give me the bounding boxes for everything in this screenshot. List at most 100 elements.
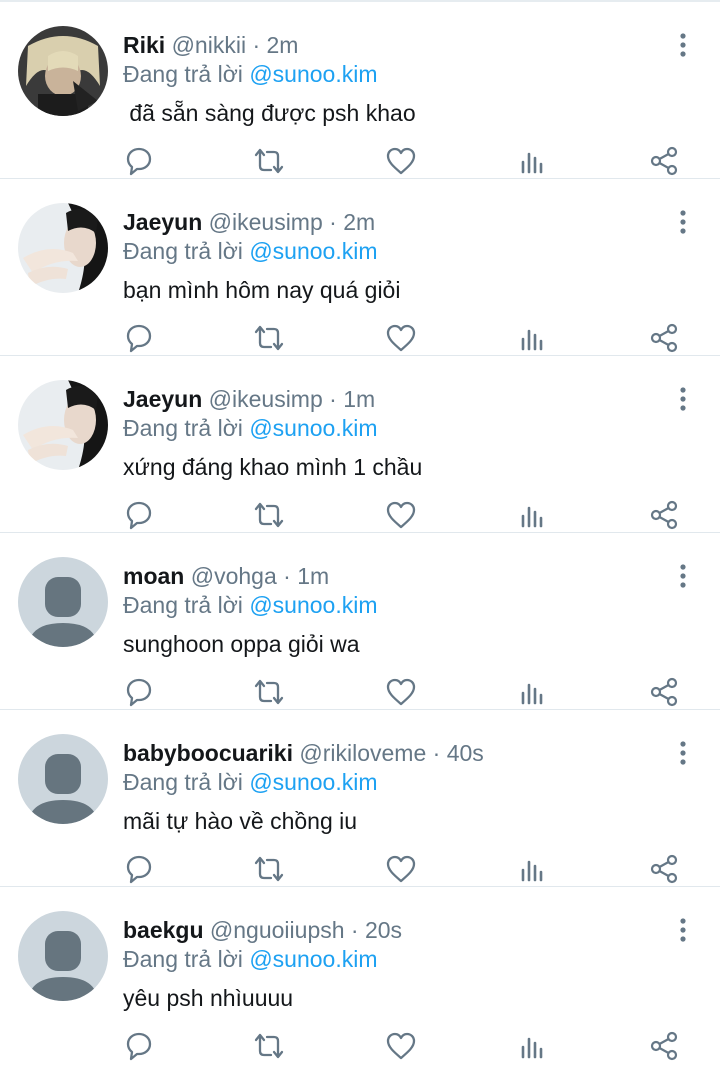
avatar[interactable] xyxy=(18,380,108,470)
heart-icon[interactable] xyxy=(384,144,418,178)
display-name[interactable]: Jaeyun xyxy=(123,209,202,235)
timestamp[interactable]: · 40s xyxy=(433,740,484,766)
retweet-icon[interactable] xyxy=(252,498,286,532)
avatar[interactable] xyxy=(18,734,108,824)
timestamp[interactable]: · 2m xyxy=(329,209,375,235)
comment-icon[interactable] xyxy=(122,498,156,532)
analytics-icon[interactable] xyxy=(516,1029,550,1063)
comment-icon[interactable] xyxy=(122,675,156,709)
heart-icon[interactable] xyxy=(384,675,418,709)
retweet-icon[interactable] xyxy=(252,144,286,178)
replying-to: Đang trả lời @sunoo.kim xyxy=(123,237,378,265)
reply-prefix: Đang trả lời xyxy=(123,238,243,264)
tweet-text: sunghoon oppa giỏi wa xyxy=(123,631,360,657)
avatar[interactable] xyxy=(18,203,108,293)
comment-icon[interactable] xyxy=(122,1029,156,1063)
tweet-card[interactable]: babyboocuariki @rikiloveme · 40s Đang tr… xyxy=(0,710,720,887)
analytics-icon[interactable] xyxy=(516,852,550,886)
heart-icon[interactable] xyxy=(384,321,418,355)
user-handle[interactable]: @vohga xyxy=(191,563,277,589)
mention-link[interactable]: @sunoo.kim xyxy=(249,946,377,972)
replying-to: Đang trả lời @sunoo.kim xyxy=(123,768,378,796)
analytics-icon[interactable] xyxy=(516,675,550,709)
action-bar xyxy=(0,498,720,534)
share-icon[interactable] xyxy=(647,852,681,886)
tweet-text: mãi tự hào về chồng iu xyxy=(123,808,358,834)
user-handle[interactable]: @ikeusimp xyxy=(209,386,323,412)
analytics-icon[interactable] xyxy=(516,321,550,355)
replying-to: Đang trả lời @sunoo.kim xyxy=(123,60,378,88)
mention-link[interactable]: @sunoo.kim xyxy=(249,592,377,618)
tweet-header: moan @vohga · 1m xyxy=(123,562,329,590)
retweet-icon[interactable] xyxy=(252,852,286,886)
timestamp[interactable]: · 20s xyxy=(351,917,402,943)
tweet-card[interactable]: Jaeyun @ikeusimp · 1m Đang trả lời @suno… xyxy=(0,356,720,533)
tweet-header: Riki @nikkii · 2m xyxy=(123,31,298,59)
share-icon[interactable] xyxy=(647,498,681,532)
heart-icon[interactable] xyxy=(384,498,418,532)
tweet-header: Jaeyun @ikeusimp · 1m xyxy=(123,385,375,413)
action-bar xyxy=(0,321,720,357)
tweet-header: babyboocuariki @rikiloveme · 40s xyxy=(123,739,484,767)
more-vertical-icon[interactable] xyxy=(668,915,698,945)
share-icon[interactable] xyxy=(647,144,681,178)
user-handle[interactable]: @nguoiiupsh xyxy=(210,917,345,943)
mention-link[interactable]: @sunoo.kim xyxy=(249,61,377,87)
tweet-text: bạn mình hôm nay quá giỏi xyxy=(123,277,401,303)
reply-prefix: Đang trả lời xyxy=(123,946,243,972)
display-name[interactable]: moan xyxy=(123,563,184,589)
retweet-icon[interactable] xyxy=(252,321,286,355)
analytics-icon[interactable] xyxy=(516,144,550,178)
display-name[interactable]: baekgu xyxy=(123,917,204,943)
retweet-icon[interactable] xyxy=(252,1029,286,1063)
reply-prefix: Đang trả lời xyxy=(123,592,243,618)
user-handle[interactable]: @rikiloveme xyxy=(299,740,426,766)
tweet-text: yêu psh nhìuuuu xyxy=(123,985,294,1011)
share-icon[interactable] xyxy=(647,1029,681,1063)
tweet-text: đã sẵn sàng được psh khao xyxy=(123,100,416,126)
reply-prefix: Đang trả lời xyxy=(123,61,243,87)
user-handle[interactable]: @nikkii xyxy=(172,32,246,58)
timestamp[interactable]: · 1m xyxy=(329,386,375,412)
heart-icon[interactable] xyxy=(384,852,418,886)
reply-feed: Riki @nikkii · 2m Đang trả lời @sunoo.ki… xyxy=(0,0,720,1070)
comment-icon[interactable] xyxy=(122,321,156,355)
action-bar xyxy=(0,675,720,711)
mention-link[interactable]: @sunoo.kim xyxy=(249,415,377,441)
avatar[interactable] xyxy=(18,26,108,116)
avatar[interactable] xyxy=(18,557,108,647)
tweet-card[interactable]: Jaeyun @ikeusimp · 2m Đang trả lời @suno… xyxy=(0,179,720,356)
share-icon[interactable] xyxy=(647,321,681,355)
heart-icon[interactable] xyxy=(384,1029,418,1063)
more-vertical-icon[interactable] xyxy=(668,561,698,591)
mention-link[interactable]: @sunoo.kim xyxy=(249,769,377,795)
display-name[interactable]: Jaeyun xyxy=(123,386,202,412)
more-vertical-icon[interactable] xyxy=(668,738,698,768)
more-vertical-icon[interactable] xyxy=(668,384,698,414)
comment-icon[interactable] xyxy=(122,852,156,886)
more-vertical-icon[interactable] xyxy=(668,207,698,237)
action-bar xyxy=(0,1029,720,1065)
mention-link[interactable]: @sunoo.kim xyxy=(249,238,377,264)
timestamp[interactable]: · 1m xyxy=(283,563,329,589)
analytics-icon[interactable] xyxy=(516,498,550,532)
tweet-text: xứng đáng khao mình 1 chầu xyxy=(123,454,423,480)
user-handle[interactable]: @ikeusimp xyxy=(209,209,323,235)
more-vertical-icon[interactable] xyxy=(668,30,698,60)
comment-icon[interactable] xyxy=(122,144,156,178)
tweet-card[interactable]: moan @vohga · 1m Đang trả lời @sunoo.kim… xyxy=(0,533,720,710)
display-name[interactable]: Riki xyxy=(123,32,165,58)
tweet-card[interactable]: baekgu @nguoiiupsh · 20s Đang trả lời @s… xyxy=(0,887,720,1064)
avatar[interactable] xyxy=(18,911,108,1001)
action-bar xyxy=(0,852,720,888)
retweet-icon[interactable] xyxy=(252,675,286,709)
replying-to: Đang trả lời @sunoo.kim xyxy=(123,414,378,442)
tweet-header: Jaeyun @ikeusimp · 2m xyxy=(123,208,375,236)
reply-prefix: Đang trả lời xyxy=(123,769,243,795)
display-name[interactable]: babyboocuariki xyxy=(123,740,293,766)
timestamp[interactable]: · 2m xyxy=(252,32,298,58)
action-bar xyxy=(0,144,720,180)
replying-to: Đang trả lời @sunoo.kim xyxy=(123,945,378,973)
tweet-card[interactable]: Riki @nikkii · 2m Đang trả lời @sunoo.ki… xyxy=(0,2,720,179)
share-icon[interactable] xyxy=(647,675,681,709)
